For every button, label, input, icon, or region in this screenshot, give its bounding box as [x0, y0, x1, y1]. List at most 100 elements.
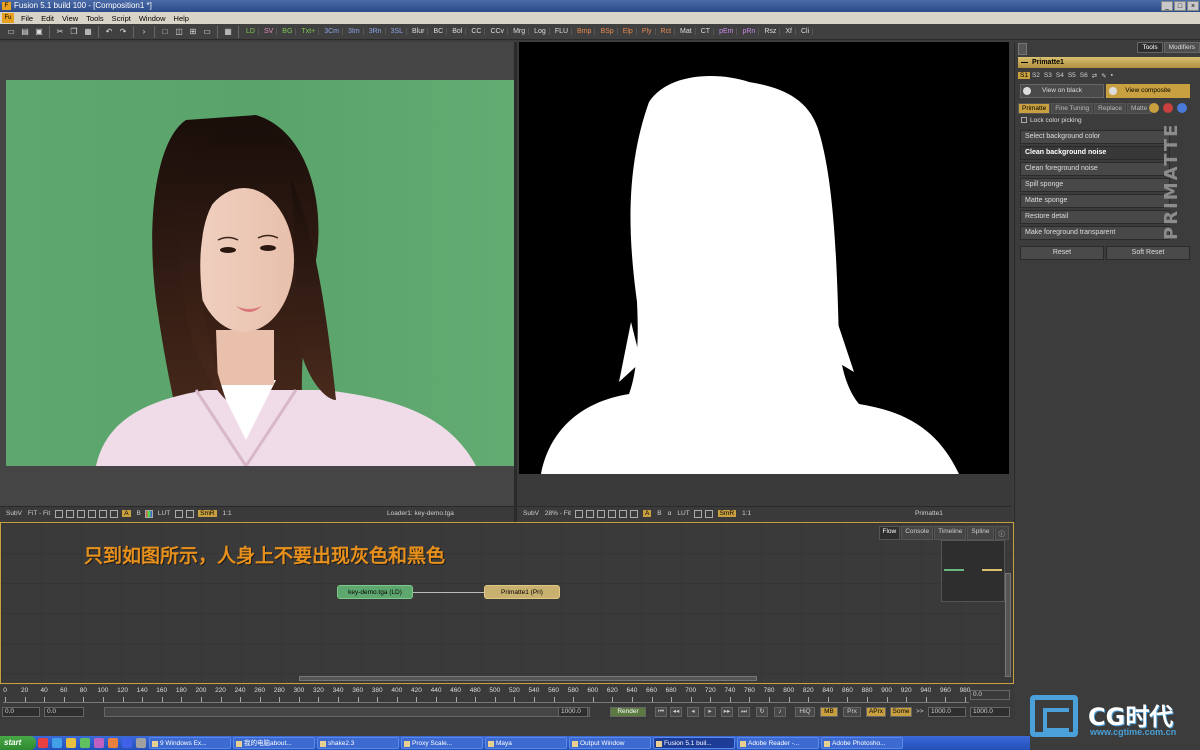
set-tab-s5[interactable]: S5 [1066, 72, 1078, 79]
paint-icon[interactable] [87, 509, 96, 518]
polyline-icon[interactable] [586, 509, 595, 518]
maximize-button[interactable]: □ [1174, 1, 1186, 11]
tool-button-mat[interactable]: Mat [677, 28, 696, 35]
new-file-icon[interactable]: ▭ [6, 27, 16, 37]
paint-icon[interactable] [608, 509, 617, 518]
lock-color-picking-checkbox[interactable]: Lock color picking [1021, 117, 1082, 124]
tab-matte[interactable]: Matte [1127, 102, 1152, 114]
loop-icon[interactable]: ↻ [756, 707, 768, 717]
info-icon[interactable]: ⓘ [994, 526, 1009, 540]
ratio-button[interactable]: 1:1 [223, 510, 232, 517]
subview-button[interactable]: SubV [6, 510, 22, 517]
ratio-button[interactable]: 1:1 [742, 510, 751, 517]
flow-vertical-scrollbar[interactable] [1005, 573, 1011, 677]
buffer-a-button[interactable]: A [642, 510, 652, 517]
tab-console[interactable]: Console [901, 526, 934, 540]
minimize-button[interactable]: _ [1161, 1, 1173, 11]
menu-window[interactable]: Window [135, 14, 170, 23]
quicklaunch-app-icon[interactable] [122, 738, 132, 748]
taskbar-task[interactable]: 我的电脑about... [233, 737, 315, 749]
select-background-color-button[interactable]: Select background color [1020, 130, 1170, 144]
layout-wide-icon[interactable]: ▭ [202, 27, 212, 37]
view-on-black-button[interactable]: View on black [1020, 84, 1104, 98]
buffer-a-button[interactable]: A [122, 510, 131, 517]
open-file-icon[interactable]: ▤ [20, 27, 30, 37]
clean-background-noise-button[interactable]: Clean background noise [1020, 146, 1170, 160]
save-file-icon[interactable]: ▣ [34, 27, 44, 37]
proxy-button[interactable]: Prx [843, 707, 861, 717]
quicklaunch-app-icon[interactable] [136, 738, 146, 748]
tab-flow[interactable]: Flow [878, 526, 901, 540]
fit-button[interactable]: FiT - Fit [28, 510, 50, 517]
menu-tools[interactable]: Tools [82, 14, 108, 23]
set-tab-s6[interactable]: S6 [1078, 72, 1090, 79]
color-wheel-icon[interactable] [1163, 103, 1173, 113]
tool-button-bg[interactable]: BG [279, 28, 297, 35]
tool-button-rsz[interactable]: Rsz [761, 28, 781, 35]
tool-button-ply[interactable]: Ply [639, 28, 656, 35]
bspline-icon[interactable] [76, 509, 85, 518]
radiation-icon[interactable] [1149, 103, 1159, 113]
bspline-icon[interactable] [597, 509, 606, 518]
restore-detail-button[interactable]: Restore detail [1020, 210, 1170, 224]
lut-button[interactable]: LUT [677, 510, 689, 517]
play-reverse-icon[interactable]: ◂ [687, 707, 699, 717]
tool-button-rct[interactable]: Rct [658, 28, 676, 35]
set-tab-s1[interactable]: S1 [1018, 72, 1030, 79]
spill-sponge-button[interactable]: Spill sponge [1020, 178, 1170, 192]
lock-icon[interactable] [174, 509, 183, 518]
taskbar-task[interactable]: Adobe Photosho... [821, 737, 903, 749]
info-icon[interactable] [1177, 103, 1187, 113]
layout-split-icon[interactable]: ◫ [174, 27, 184, 37]
tool-button-3im[interactable]: 3Im [345, 28, 364, 35]
menu-edit[interactable]: Edit [37, 14, 58, 23]
tab-spline[interactable]: Spline [967, 526, 994, 540]
tool-button-ct[interactable]: CT [698, 28, 715, 35]
tool-button-mrg[interactable]: Mrg [510, 28, 530, 35]
reset-button[interactable]: Reset [1020, 246, 1104, 260]
global-start-field[interactable]: 0.0 [2, 707, 40, 717]
set-tab-s2[interactable]: S2 [1030, 72, 1042, 79]
tool-button-sv[interactable]: SV [261, 28, 278, 35]
clean-foreground-noise-button[interactable]: Clean foreground noise [1020, 162, 1170, 176]
hiq-button[interactable]: HiQ [795, 707, 815, 717]
tool-button-ld[interactable]: LD [243, 28, 259, 35]
flow-navigator[interactable] [941, 540, 1005, 602]
undo-icon[interactable]: ↶ [104, 27, 114, 37]
link-icon[interactable]: ⇄ [1090, 72, 1099, 80]
paste-icon[interactable]: ▦ [83, 27, 93, 37]
tool-button-xf[interactable]: Xf [782, 28, 796, 35]
right-viewer[interactable] [517, 42, 1011, 506]
tab-tools[interactable]: Tools [1137, 42, 1163, 53]
render-end-field[interactable]: 1000.0 [558, 707, 588, 717]
tool-button-bc[interactable]: BC [430, 28, 448, 35]
taskbar-task[interactable]: 9 Windows Ex... [149, 737, 231, 749]
current-time-field[interactable]: 0.0 [970, 690, 1010, 700]
tab-modifiers[interactable]: Modifiers [1163, 42, 1200, 53]
lock-icon[interactable] [694, 509, 703, 518]
tool-button-3cm[interactable]: 3Cm [321, 28, 344, 35]
subview-button[interactable]: SubV [523, 510, 539, 517]
polyline-icon[interactable] [65, 509, 74, 518]
tool-button-prn[interactable]: pRn [739, 28, 760, 35]
tool-button-cli[interactable]: Cli [798, 28, 814, 35]
set-tab-s4[interactable]: S4 [1054, 72, 1066, 79]
ellipse-icon[interactable] [630, 509, 639, 518]
tool-button-bol[interactable]: Bol [449, 28, 467, 35]
taskbar-task[interactable]: Adobe Reader -... [737, 737, 819, 749]
go-start-icon[interactable]: ⏮ [655, 707, 667, 717]
tool-button-3rn[interactable]: 3Rn [366, 28, 386, 35]
menu-view[interactable]: View [58, 14, 82, 23]
zoom-button[interactable]: 28% - Fit [545, 510, 571, 517]
range-slider[interactable] [104, 707, 590, 717]
grid-icon[interactable]: ▦ [223, 27, 233, 37]
lut-button[interactable]: LUT [158, 510, 170, 517]
tool-button-bsp[interactable]: BSp [597, 28, 618, 35]
tool-button-log[interactable]: Log [531, 28, 550, 35]
spline-icon[interactable] [575, 509, 584, 518]
ruler-ticks[interactable]: 0 20 40 60 80 100 120 140 160 180 200 220 240 260 280 3… [3, 687, 970, 703]
tool-button-bmp[interactable]: Bmp [574, 28, 596, 35]
buffer-b-button[interactable]: B [137, 510, 141, 517]
menu-icon[interactable]: ▪ [1109, 72, 1115, 79]
time-ruler[interactable]: 0 20 40 60 80 100 120 140 160 180 200 220 240 260 280 3… [0, 685, 1014, 705]
